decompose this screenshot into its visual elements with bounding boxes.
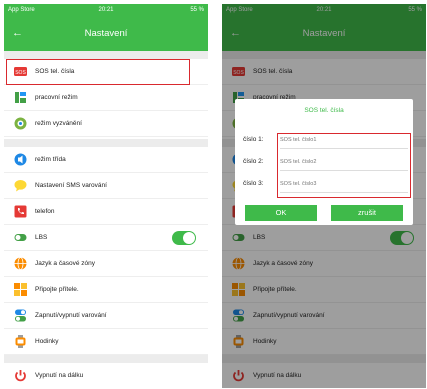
field-label: číslo 3:: [243, 180, 264, 187]
alert-toggle-icon: [14, 309, 27, 322]
language-icon: [14, 257, 27, 270]
settings-screen-right: App Store 20:21 55 % ← Nastavení SOS SOS …: [222, 4, 426, 388]
highlight-box: [277, 133, 411, 198]
work-mode-icon: [14, 91, 27, 104]
settings-item-label: Nastavení SMS varování: [35, 182, 107, 189]
settings-item[interactable]: Hodinky: [4, 329, 208, 355]
field-label: číslo 1:: [243, 136, 264, 143]
nav-bar: ← Nastavení: [4, 16, 208, 51]
class-mode-icon: [14, 153, 27, 166]
sms-icon: [14, 179, 27, 192]
settings-item[interactable]: režim třída: [4, 147, 208, 173]
dialog-title: SOS tel. čísla: [304, 107, 344, 114]
page-title: Nastavení: [84, 28, 128, 39]
sos-numbers-dialog: SOS tel. čísla číslo 1: číslo 2: číslo 3…: [235, 99, 413, 225]
settings-item[interactable]: Nastavení SMS varování: [4, 173, 208, 199]
settings-item[interactable]: telefon: [4, 199, 208, 225]
settings-item-label: režim vyzvánění: [35, 120, 82, 127]
status-bar: App Store 20:21 55 %: [4, 4, 208, 16]
lbs-icon: [14, 231, 27, 244]
settings-item[interactable]: Jazyk a časové zóny: [4, 251, 208, 277]
settings-item-label: telefon: [35, 208, 55, 215]
ringtone-icon: [14, 117, 27, 130]
field-label: číslo 2:: [243, 158, 264, 165]
section-divider: [4, 139, 208, 147]
power-icon: [14, 369, 27, 382]
status-battery: 55 %: [190, 7, 204, 13]
settings-item[interactable]: Zapnutí/vypnutí varování: [4, 303, 208, 329]
settings-screen-left: App Store 20:21 55 % ← Nastavení SOS SOS …: [4, 4, 208, 388]
settings-item-label: Vypnutí na dálku: [35, 372, 84, 379]
section-divider: [4, 355, 208, 363]
friend-icon: [14, 283, 27, 296]
settings-item-label: Hodinky: [35, 338, 59, 345]
settings-item[interactable]: pracovní režim: [4, 85, 208, 111]
ok-button[interactable]: OK: [245, 205, 317, 221]
toggle-knob: [183, 232, 195, 244]
status-time: 20:21: [98, 7, 114, 13]
settings-item-label: Připojte přítele.: [35, 286, 79, 293]
settings-item-label: Jazyk a časové zóny: [35, 260, 95, 267]
watch-icon: [14, 335, 27, 348]
settings-item[interactable]: Připojte přítele.: [4, 277, 208, 303]
settings-item-label: pracovní režim: [35, 94, 78, 101]
settings-item[interactable]: LBS: [4, 225, 208, 251]
settings-item[interactable]: Vypnutí na dálku: [4, 363, 208, 388]
settings-item[interactable]: režim vyzvánění: [4, 111, 208, 137]
lbs-toggle[interactable]: [172, 231, 196, 245]
settings-item-label: Zapnutí/vypnutí varování: [35, 312, 107, 319]
highlight-box: [6, 59, 190, 85]
settings-item-label: LBS: [35, 234, 48, 241]
settings-item-label: režim třída: [35, 156, 66, 163]
cancel-button[interactable]: zrušit: [331, 205, 403, 221]
phone-icon: [14, 205, 27, 218]
section-divider: [4, 51, 208, 59]
